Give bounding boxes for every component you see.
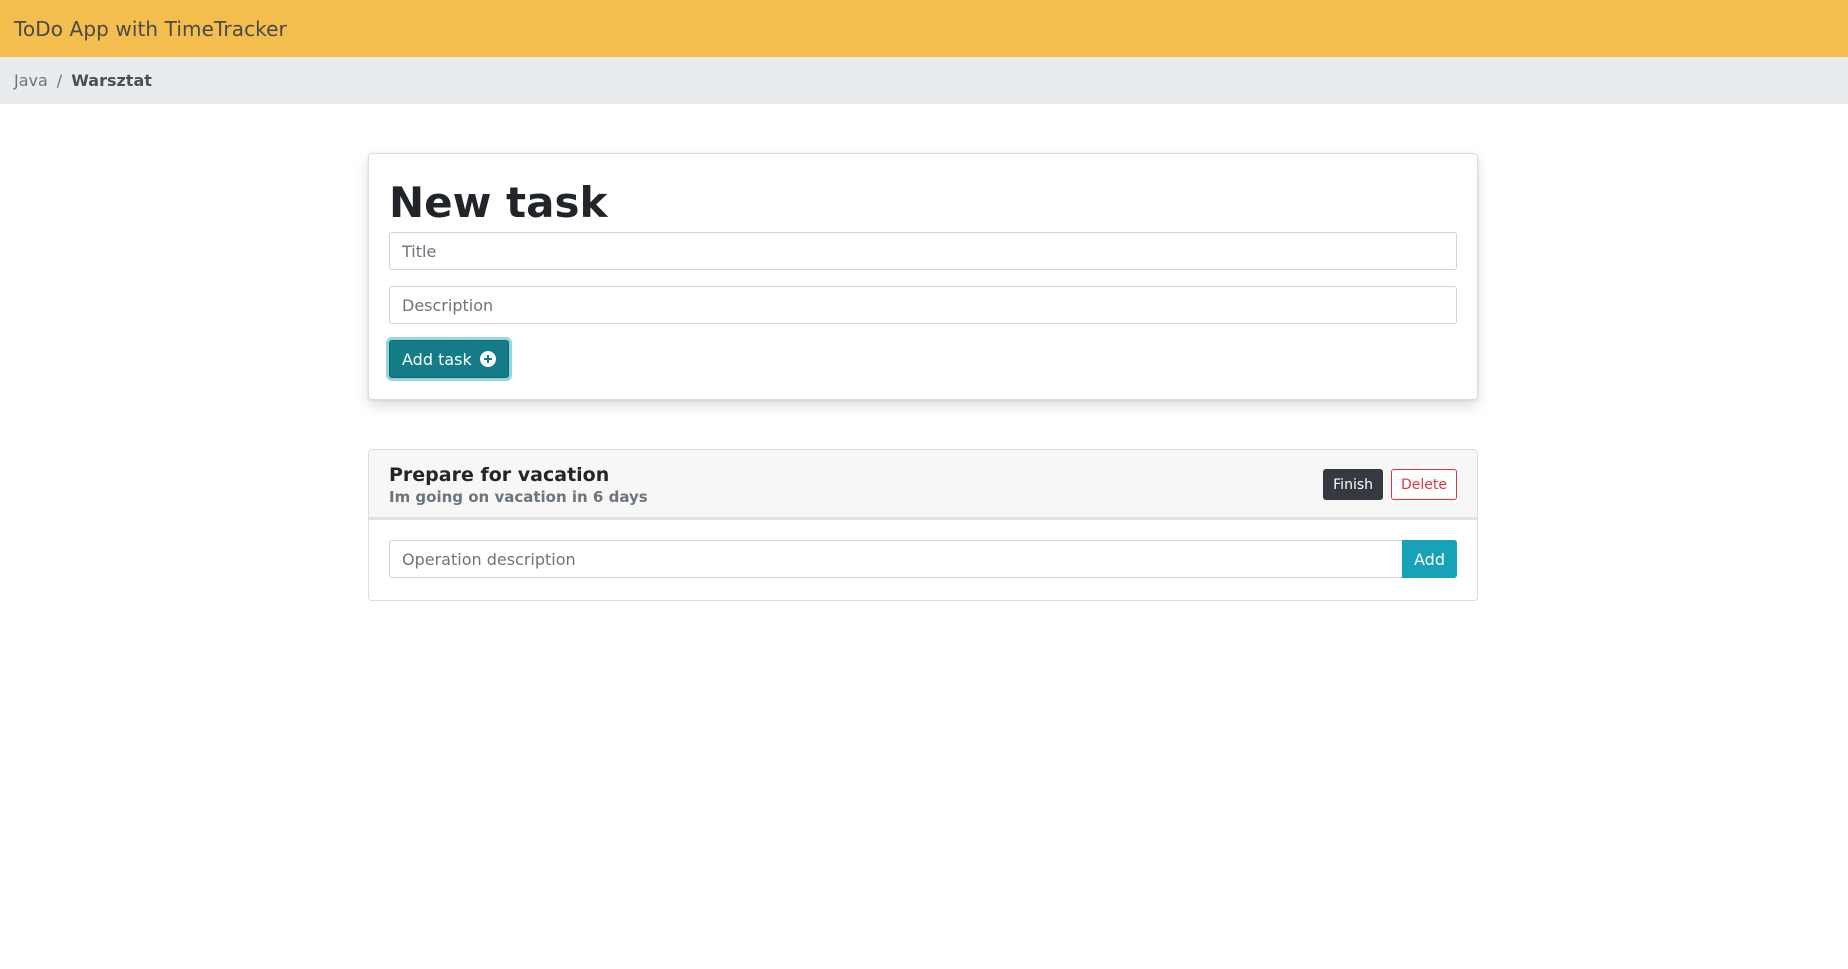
new-task-heading: New task: [389, 178, 608, 227]
new-task-card: New task Add task: [368, 153, 1478, 400]
app-brand[interactable]: ToDo App with TimeTracker: [14, 17, 287, 41]
breadcrumb-item-java[interactable]: Java: [14, 71, 48, 90]
task-body: Add: [369, 520, 1477, 598]
add-task-button[interactable]: Add task: [389, 340, 509, 378]
operation-description-input[interactable]: [389, 540, 1402, 578]
task-description: Im going on vacation in 6 days: [389, 488, 648, 506]
task-title-input[interactable]: [389, 232, 1457, 270]
task-description-input[interactable]: [389, 286, 1457, 324]
add-task-label: Add task: [402, 349, 472, 369]
task-actions: Finish Delete: [1323, 469, 1457, 500]
task-title: Prepare for vacation: [389, 464, 610, 486]
breadcrumb-item-warsztat: Warsztat: [71, 71, 152, 90]
plus-circle-icon: [479, 351, 496, 367]
navbar: ToDo App with TimeTracker: [0, 0, 1848, 57]
task-card: Prepare for vacation Im going on vacatio…: [368, 449, 1478, 601]
finish-button[interactable]: Finish: [1323, 469, 1383, 500]
add-operation-button[interactable]: Add: [1402, 540, 1457, 578]
operation-input-group: Add: [389, 540, 1457, 578]
task-header: Prepare for vacation Im going on vacatio…: [369, 450, 1477, 520]
delete-button[interactable]: Delete: [1391, 469, 1457, 500]
breadcrumb-separator: /: [56, 71, 63, 90]
breadcrumb: Java / Warsztat: [0, 57, 1848, 104]
